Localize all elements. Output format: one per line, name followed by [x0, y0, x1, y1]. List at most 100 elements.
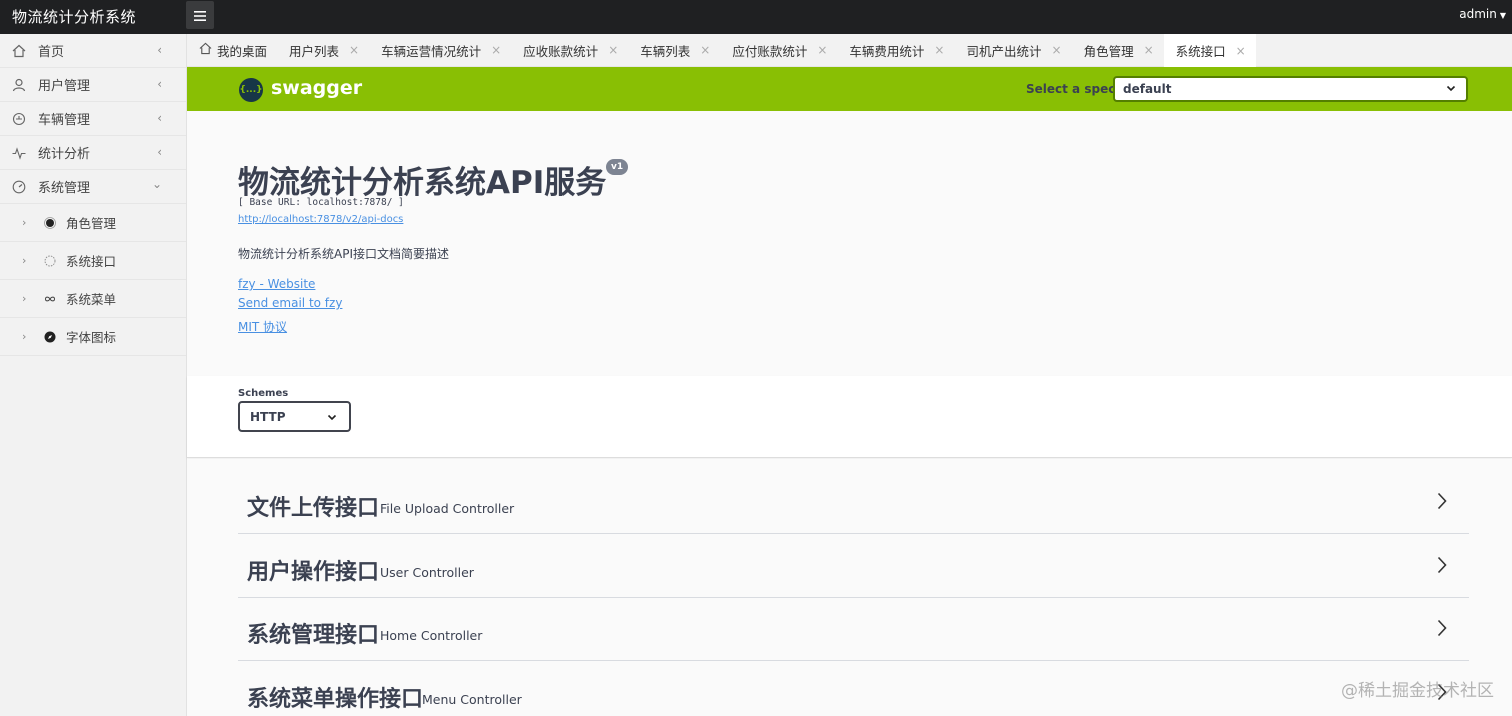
license-link[interactable]: MIT 协议 [238, 318, 287, 335]
controller-name: 用户操作接口 [247, 560, 380, 585]
schemes-label: Schemes [238, 388, 289, 399]
close-icon[interactable]: × [700, 43, 710, 57]
spec-label: Select a spec [1026, 82, 1116, 96]
chevron-left-icon: ‹ [157, 43, 162, 57]
tab-my-desktop[interactable]: 我的桌面 [187, 34, 277, 66]
website-link[interactable]: fzy - Website [238, 277, 315, 291]
base-url: [ Base URL: localhost:7878/ ] [238, 197, 404, 208]
tab-driver-output[interactable]: 司机产出统计 × [954, 34, 1071, 66]
home-icon [199, 42, 212, 58]
version-badge: v1 [606, 159, 629, 175]
home-icon [12, 44, 26, 58]
api-description: 物流统计分析系统API接口文档简要描述 [238, 247, 449, 261]
controller-file-upload[interactable]: 文件上传接口 File Upload Controller [238, 470, 1469, 534]
controllers-list: 文件上传接口 File Upload Controller 用户操作接口 Use… [187, 459, 1512, 716]
tab-system-api[interactable]: 系统接口 × [1163, 34, 1256, 67]
circle-dot-icon [44, 216, 56, 229]
tab-bar: 我的桌面 用户列表 × 车辆运营情况统计 × 应收账款统计 × 车辆列表 × 应付账款统… [187, 34, 1512, 67]
chevron-left-icon: ‹ [157, 77, 162, 91]
tab-vehicle-costs[interactable]: 车辆费用统计 × [837, 34, 954, 66]
tab-receivables[interactable]: 应收账款统计 × [511, 34, 628, 66]
chevron-left-icon: ‹ [157, 145, 162, 159]
chevron-left-icon: ‹ [157, 111, 162, 125]
tab-payables[interactable]: 应付账款统计 × [720, 34, 837, 66]
tab-label: 车辆费用统计 [849, 43, 925, 59]
sidebar-item-label: 车辆管理 [38, 113, 91, 128]
chevron-right-icon [1437, 556, 1447, 578]
sidebar-item-system[interactable]: 系统管理 ⌄ [0, 170, 186, 204]
dashed-circle-icon [44, 255, 56, 267]
chevron-right-icon [1437, 492, 1447, 514]
tab-vehicle-ops[interactable]: 车辆运营情况统计 × [369, 34, 511, 66]
controller-description: User Controller [380, 565, 474, 580]
chevron-right-icon: › [22, 254, 27, 267]
controller-user[interactable]: 用户操作接口 User Controller [238, 534, 1469, 598]
api-title: 物流统计分析系统API服务 [238, 165, 607, 201]
close-icon[interactable]: × [608, 43, 618, 57]
sidebar-subitem-api[interactable]: › 系统接口 [0, 242, 186, 280]
close-icon[interactable]: × [1052, 43, 1062, 57]
controller-menu[interactable]: 系统菜单操作接口 Menu Controller [238, 661, 1469, 716]
schemes-select[interactable]: HTTP [238, 401, 351, 432]
compass-icon [44, 331, 56, 343]
sidebar-item-vehicles[interactable]: 车辆管理 ‹ [0, 102, 186, 136]
controller-home[interactable]: 系统管理接口 Home Controller [238, 597, 1469, 661]
close-icon[interactable]: × [1144, 43, 1154, 57]
controller-description: File Upload Controller [380, 501, 515, 516]
tab-label: 司机产出统计 [966, 43, 1042, 59]
sidebar-subitem-roles[interactable]: › 角色管理 [0, 204, 186, 242]
sidebar: 首页 ‹ 用户管理 ‹ 车辆管理 ‹ 统计分析 ‹ 系统管理 ⌄ › 角色管理 … [0, 34, 187, 716]
controller-name: 系统菜单操作接口 [247, 687, 424, 712]
chevron-right-icon [1437, 619, 1447, 641]
close-icon[interactable]: × [934, 43, 944, 57]
chevron-down-icon [327, 411, 337, 425]
top-bar: 物流统计分析系统 admin ▼ [0, 0, 1512, 34]
spec-select[interactable]: default [1113, 76, 1468, 102]
caret-down-icon: ▼ [1499, 11, 1506, 20]
user-icon [12, 78, 26, 92]
menu-toggle-button[interactable] [186, 1, 214, 29]
close-icon[interactable]: × [817, 43, 827, 57]
hamburger-icon [194, 6, 206, 25]
watermark: @稀土掘金技术社区 [1341, 681, 1494, 701]
sidebar-subitem-label: 字体图标 [66, 330, 117, 345]
close-icon[interactable]: × [1236, 44, 1246, 58]
spec-select-value: default [1123, 82, 1172, 96]
tab-label: 我的桌面 [217, 43, 268, 59]
email-link[interactable]: Send email to fzy [238, 296, 342, 310]
controller-name: 系统管理接口 [247, 623, 380, 648]
sidebar-item-home[interactable]: 首页 ‹ [0, 34, 186, 68]
sidebar-item-label: 系统管理 [38, 181, 91, 196]
tab-roles[interactable]: 角色管理 × [1072, 34, 1164, 66]
swagger-header: {...} swagger Select a spec default [187, 67, 1512, 111]
chevron-right-icon: › [22, 216, 27, 229]
sidebar-item-statistics[interactable]: 统计分析 ‹ [0, 136, 186, 170]
api-docs-link[interactable]: http://localhost:7878/v2/api-docs [238, 214, 403, 225]
sidebar-item-users[interactable]: 用户管理 ‹ [0, 68, 186, 102]
sidebar-subitem-label: 系统菜单 [66, 292, 117, 307]
sidebar-item-label: 统计分析 [38, 147, 91, 162]
chevron-down-icon: ⌄ [151, 177, 162, 191]
schemes-section: Schemes HTTP [187, 376, 1512, 458]
close-icon[interactable]: × [491, 43, 501, 57]
tab-label: 车辆运营情况统计 [381, 43, 482, 59]
schemes-select-value: HTTP [250, 410, 286, 424]
sidebar-subitem-label: 角色管理 [66, 216, 117, 231]
tab-user-list[interactable]: 用户列表 × [277, 34, 369, 66]
sidebar-item-label: 用户管理 [38, 79, 91, 94]
user-menu[interactable]: admin ▼ [1459, 7, 1506, 21]
tab-label: 应收账款统计 [523, 43, 599, 59]
chevron-right-icon: › [22, 330, 27, 343]
sidebar-subitem-label: 系统接口 [66, 254, 117, 269]
tab-label: 角色管理 [1083, 43, 1134, 59]
tab-vehicle-list[interactable]: 车辆列表 × [628, 34, 720, 66]
infinity-icon [44, 293, 56, 305]
sidebar-item-label: 首页 [38, 45, 65, 60]
controller-description: Menu Controller [422, 692, 522, 707]
sidebar-subitem-font-icons[interactable]: › 字体图标 [0, 318, 186, 356]
tab-label: 系统接口 [1175, 44, 1226, 59]
close-icon[interactable]: × [349, 43, 359, 57]
controller-name: 文件上传接口 [247, 496, 380, 521]
pulse-icon [12, 146, 26, 160]
sidebar-subitem-menus[interactable]: › 系统菜单 [0, 280, 186, 318]
